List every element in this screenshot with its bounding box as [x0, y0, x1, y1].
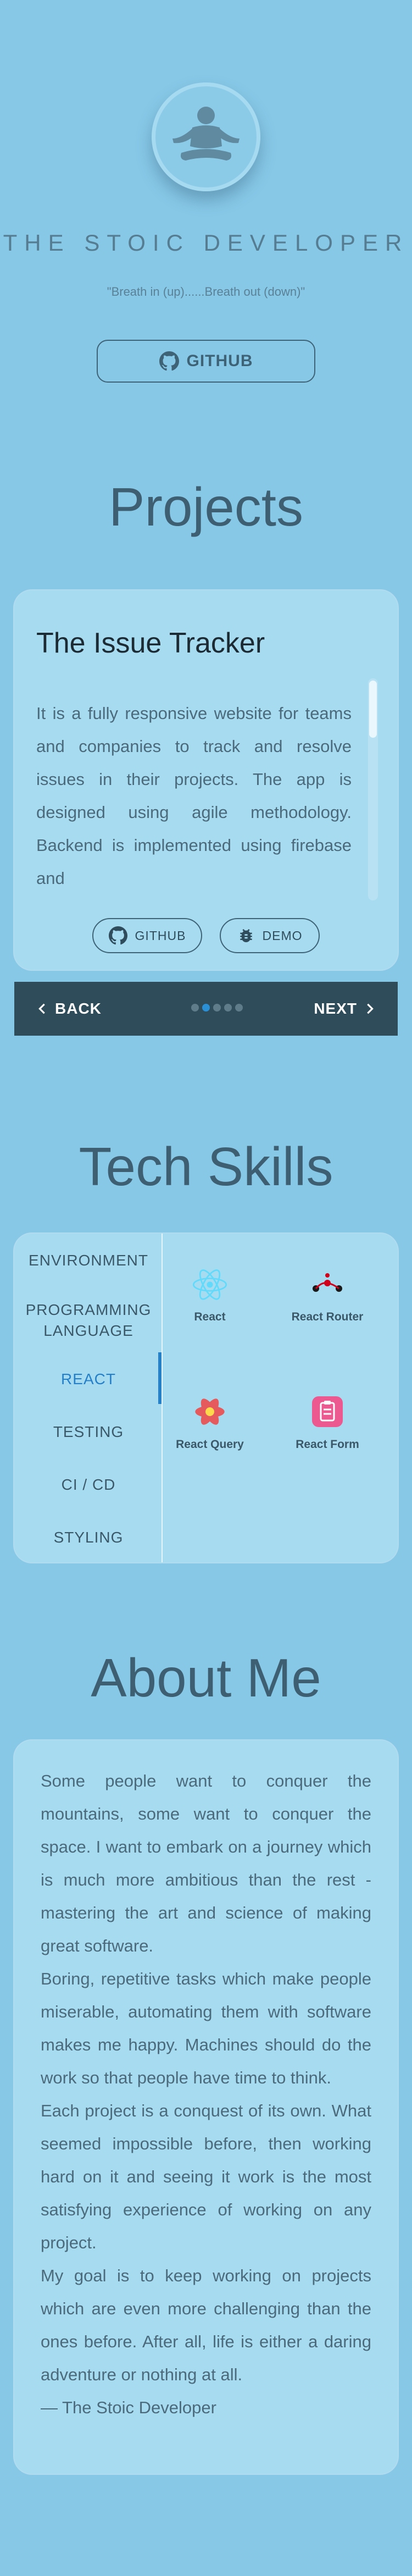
skill-react-label: React [194, 1311, 226, 1323]
back-button[interactable]: BACK [36, 1000, 102, 1018]
project-github-label: GITHUB [135, 928, 186, 943]
tab-react[interactable]: REACT [14, 1369, 163, 1390]
react-router-icon [313, 1273, 342, 1292]
github-button-label: GITHUB [186, 352, 253, 370]
stepper-dot [213, 1004, 221, 1011]
stepper-dots [191, 1004, 243, 1011]
tab-programming-language[interactable]: PROGRAMMING LANGUAGE [14, 1300, 163, 1341]
skill-react-query-label: React Query [176, 1438, 244, 1451]
chevron-left-icon [38, 1003, 45, 1014]
tab-testing[interactable]: TESTING [14, 1422, 163, 1442]
stepper-dot [191, 1004, 199, 1011]
projects-heading: Projects [108, 477, 303, 537]
react-icon [193, 1269, 227, 1300]
skill-react-form-label: React Form [296, 1438, 359, 1451]
tab-styling[interactable]: STYLING [14, 1527, 163, 1548]
next-button[interactable]: NEXT [314, 1000, 376, 1018]
about-text: Some people want to conquer the mountain… [41, 1765, 371, 2424]
skill-react: React [149, 1268, 270, 1324]
react-form-icon [312, 1396, 343, 1427]
about-paragraph: Each project is a conquest of its own. W… [41, 2101, 371, 2252]
avatar [152, 82, 260, 191]
project-github-button[interactable]: GITHUB [92, 918, 202, 953]
tab-environment[interactable]: ENVIRONMENT [14, 1250, 163, 1271]
project-stepper: BACK NEXT [14, 982, 398, 1036]
skills-tab-list [14, 1234, 163, 1562]
skill-react-router: React Router [267, 1268, 388, 1324]
project-demo-label: DEMO [262, 928, 303, 943]
about-paragraph: Some people want to conquer the mountain… [41, 1771, 371, 1955]
tab-ci-cd[interactable]: CI / CD [14, 1474, 163, 1495]
project-demo-button[interactable]: DEMO [220, 918, 320, 953]
github-icon [108, 926, 127, 945]
project-title: The Issue Tracker [36, 627, 265, 659]
back-button-label: BACK [55, 1000, 102, 1017]
about-paragraph: Boring, repetitive tasks which make peop… [41, 1969, 371, 2087]
chevron-right-icon [367, 1003, 374, 1014]
site-title: THE STOIC DEVELOPER [3, 230, 409, 256]
github-icon [159, 351, 179, 371]
project-description[interactable]: It is a fully responsive website for tea… [36, 697, 352, 891]
description-scrollbar-thumb[interactable] [369, 681, 377, 738]
about-paragraph: My goal is to keep working on projects w… [41, 2266, 371, 2384]
meditation-icon [172, 107, 240, 161]
about-heading: About Me [91, 1648, 321, 1708]
skill-react-form: React Form [267, 1394, 388, 1451]
stepper-dot [202, 1004, 210, 1011]
bug-icon [240, 929, 252, 942]
about-signature: — The Stoic Developer [41, 2398, 216, 2417]
react-query-icon [195, 1398, 225, 1425]
header-quote: "Breath in (up)......Breath out (down)" [107, 285, 305, 298]
skill-react-query: React Query [149, 1394, 270, 1451]
next-button-label: NEXT [314, 1000, 357, 1017]
stepper-dot [235, 1004, 243, 1011]
tech-skills-heading: Tech Skills [79, 1136, 333, 1197]
skill-react-router-label: React Router [291, 1311, 364, 1323]
github-button[interactable]: GITHUB [97, 340, 315, 383]
stepper-dot [224, 1004, 232, 1011]
